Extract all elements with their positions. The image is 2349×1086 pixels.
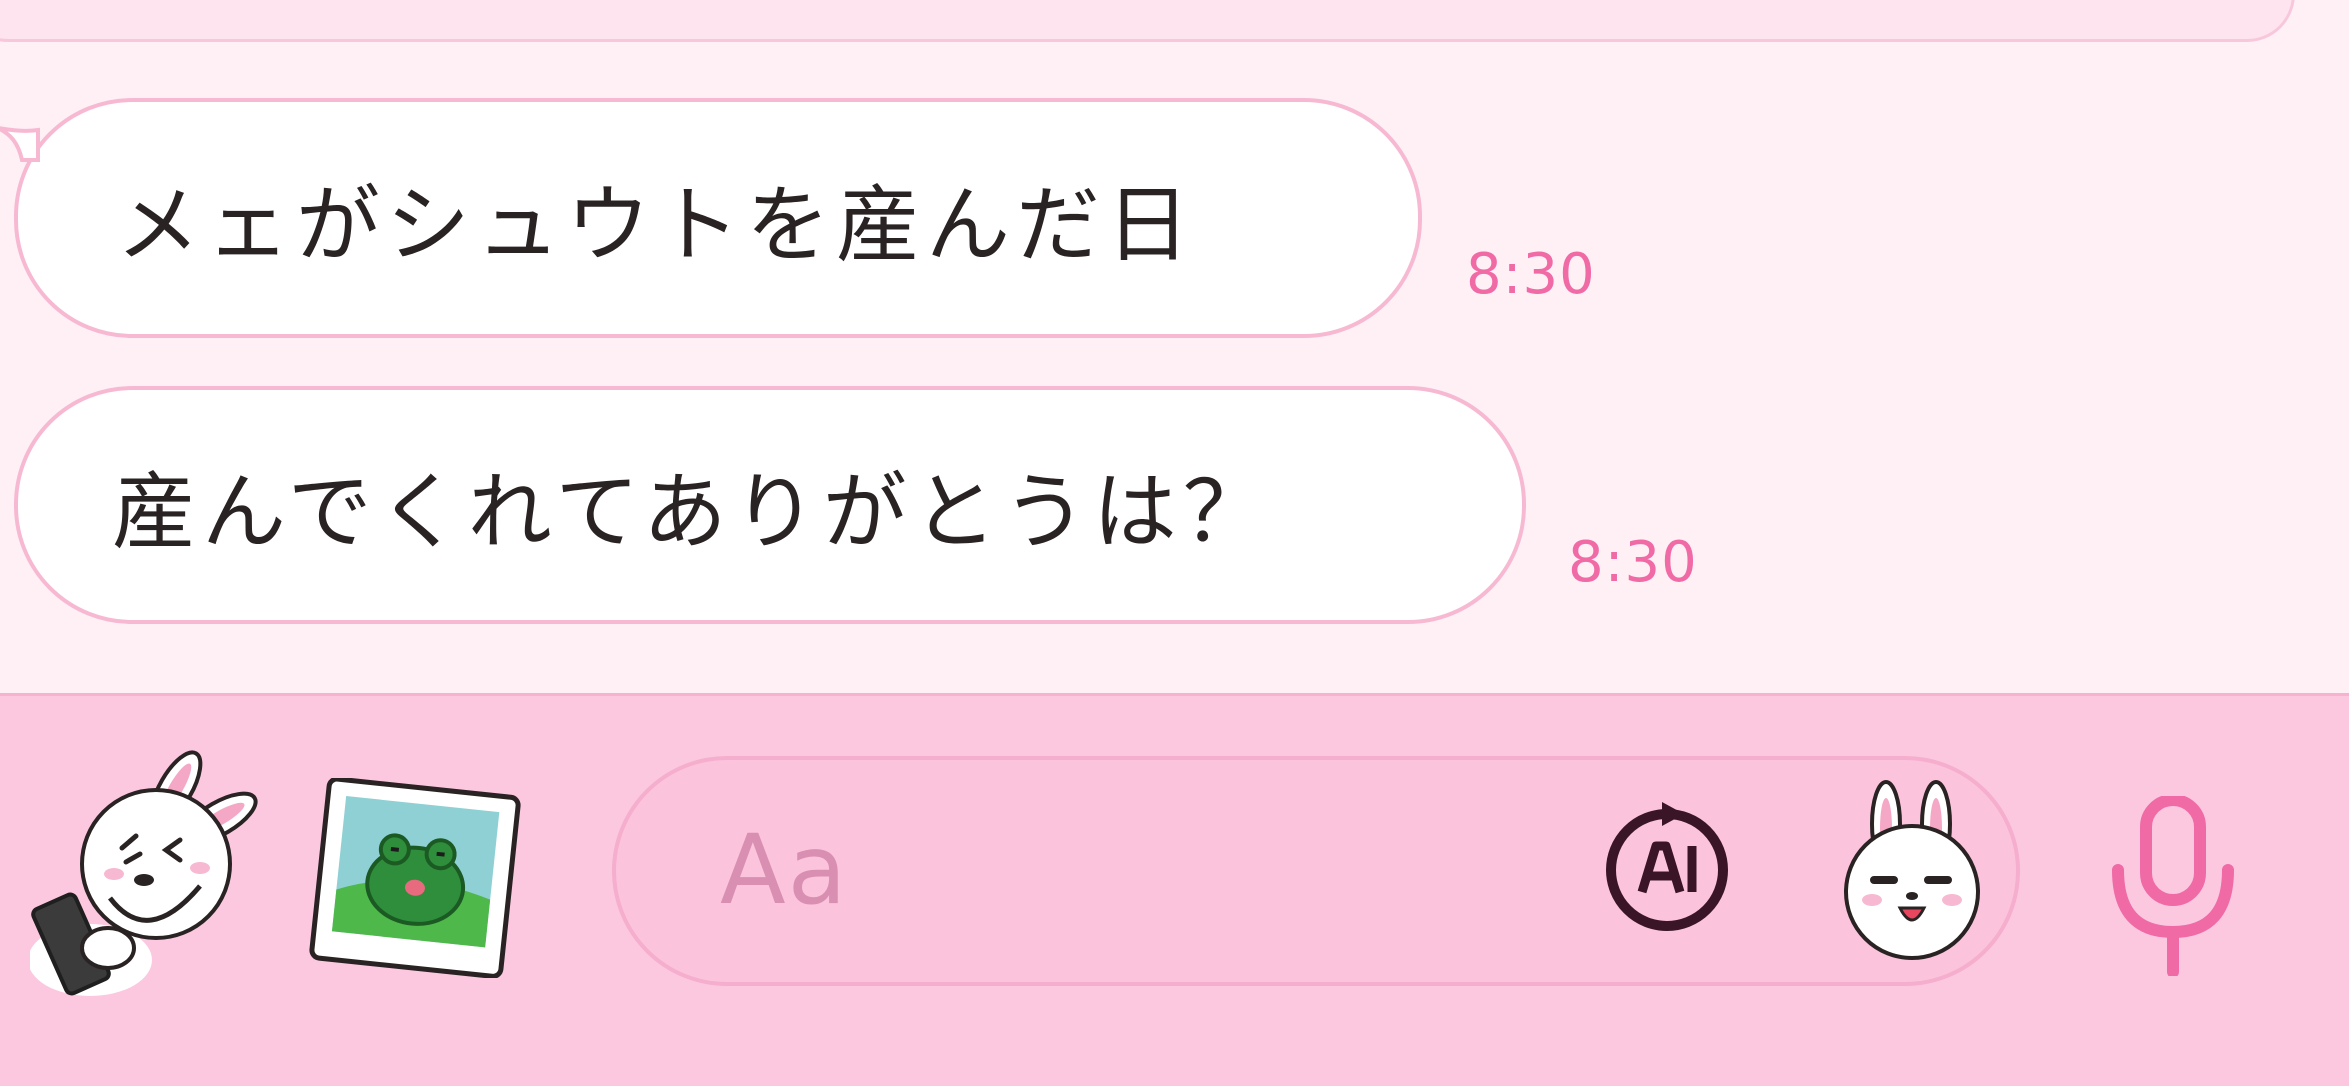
microphone-icon[interactable] [2108,796,2238,976]
message-text: メェがシュウトを産んだ日 [116,175,1197,274]
message-timestamp: 8:30 [1568,530,1698,595]
message-input-placeholder: Aa [720,814,849,926]
message-bubble[interactable]: 産んでくれてありがとうは？ [14,386,1526,624]
bubble-tail [0,126,40,162]
photo-icon[interactable] [308,778,528,978]
previous-message-bubble [0,0,2295,42]
emoji-icon[interactable] [1838,780,1986,960]
message-bubble[interactable]: メェがシュウトを産んだ日 [14,98,1422,338]
input-bar: Aa [0,693,2349,1086]
message-text: 産んでくれてありがとうは？ [112,462,1273,561]
ai-icon[interactable] [1592,794,1742,944]
chat-area: メェがシュウトを産んだ日 8:30 産んでくれてありがとうは？ 8:30 [0,0,2349,693]
message-input[interactable]: Aa [612,756,2020,986]
sticker-icon[interactable] [30,748,260,998]
message-timestamp: 8:30 [1466,242,1596,307]
